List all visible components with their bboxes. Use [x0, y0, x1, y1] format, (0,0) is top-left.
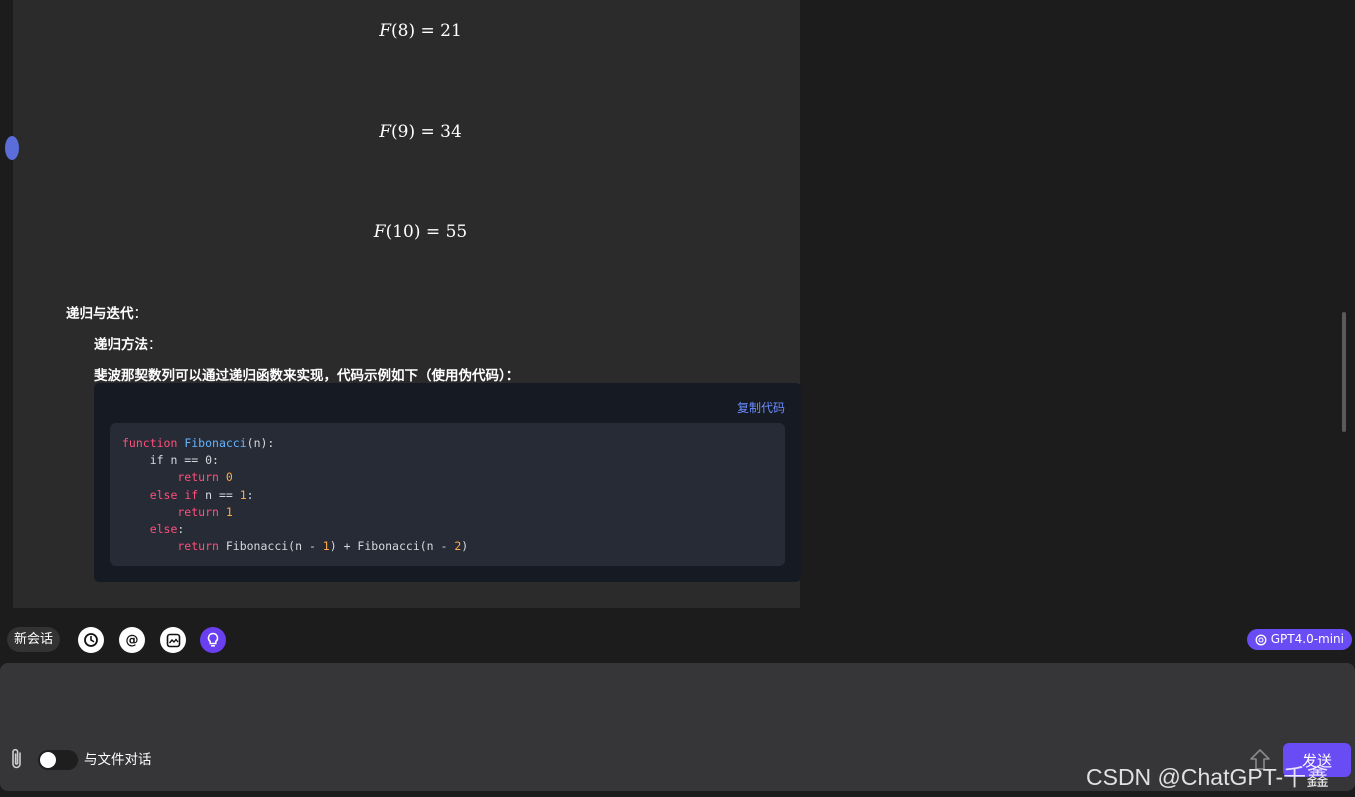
history-icon[interactable] [78, 627, 104, 653]
code-content: function Fibonacci(n): if n == 0: return… [110, 423, 785, 566]
lightbulb-icon[interactable] [200, 627, 226, 653]
formula-f8: F(8) = 21 [379, 21, 462, 41]
chat-toolbar: 新会话 @ GPT4.0-mini [0, 626, 1355, 654]
file-chat-toggle[interactable] [38, 750, 78, 770]
section-heading: 递归与迭代： [66, 306, 147, 322]
toggle-knob [40, 752, 56, 768]
formula-f9: F(9) = 34 [379, 122, 462, 142]
openai-icon [1255, 634, 1267, 645]
image-icon[interactable] [160, 627, 186, 653]
file-chat-label: 与文件对话 [84, 752, 152, 768]
code-block: 复制代码 function Fibonacci(n): if n == 0: r… [94, 383, 801, 582]
chat-message-area: F(8) = 21 F(9) = 34 F(10) = 55 递归与迭代： 递归… [5, 0, 801, 608]
sub-heading: 递归方法： [94, 337, 162, 353]
model-label: GPT4.0-mini [1270, 632, 1344, 646]
new-chat-button[interactable]: 新会话 [7, 627, 61, 652]
code-text: function Fibonacci(n): if n == 0: return… [122, 436, 469, 554]
formula-f10: F(10) = 55 [373, 222, 468, 242]
description-text: 斐波那契数列可以通过递归函数来实现，代码示例如下（使用伪代码）： [94, 368, 520, 384]
mention-icon[interactable]: @ [119, 627, 145, 653]
watermark: CSDN @ChatGPT-千鑫 [1086, 764, 1330, 790]
paperclip-icon[interactable] [8, 747, 26, 775]
scrollbar[interactable] [1342, 312, 1346, 432]
copy-code-button[interactable]: 复制代码 [737, 399, 785, 416]
model-selector[interactable]: GPT4.0-mini [1246, 629, 1352, 650]
